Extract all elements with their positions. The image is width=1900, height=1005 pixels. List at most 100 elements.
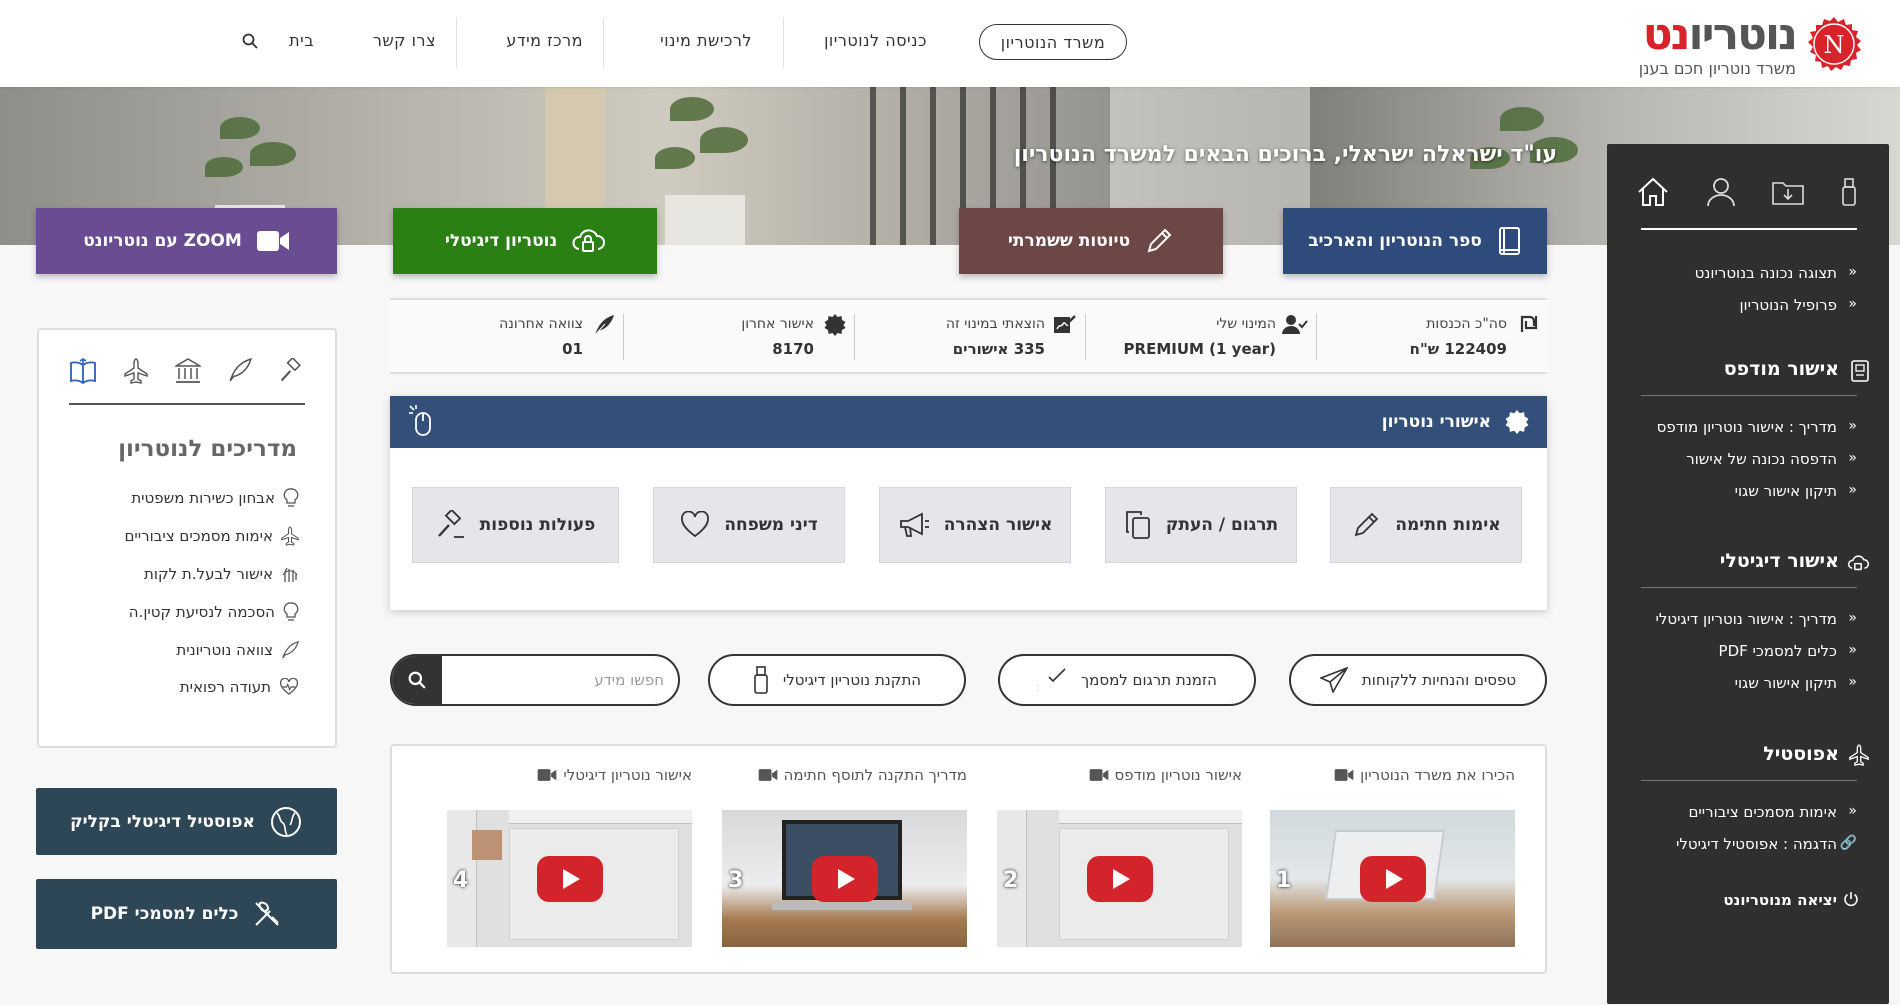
download-folder-icon[interactable] [1772,179,1805,205]
declaration-approval-button[interactable]: אישור הצהרה [879,487,1071,563]
approvals-header: אישורי נוטריון [390,396,1547,448]
logo[interactable]: N נוטריונט משרד נוטריון חכם בענן [1592,12,1862,78]
quill-icon [282,641,299,659]
heart-icon [681,511,710,538]
nav-enter-link[interactable]: כניסה לנוטריון [824,31,927,50]
family-law-button[interactable]: דיני משפחה [653,487,845,563]
hand-accessibility-icon [282,567,298,582]
video-title: אישור נוטריון דיגיטלי [563,766,692,784]
notary-book-archive-button[interactable]: ספר הנוטריון והארכיב [1283,208,1547,274]
search-icon[interactable] [242,33,258,49]
top-navigation-bar: N נוטריונט משרד נוטריון חכם בענן משרד הנ… [0,0,1900,87]
forms-guidelines-button[interactable]: טפסים והנחיות ללקוחות [1289,654,1547,706]
tools-icon [255,901,280,926]
video-camera-icon [758,769,777,781]
courthouse-icon[interactable] [175,358,201,384]
digital-notary-button[interactable]: נוטריון דיגיטלי [393,208,657,274]
power-icon [1843,891,1859,907]
welcome-title: עו"ד ישראלה ישראלי, ברוכים הבאים למשרד ה… [1013,142,1557,167]
stat-total-income: סה"כ הכנסות 122409 ש"ח [1316,300,1547,372]
link-icon: 🔗 [1839,835,1857,851]
search-button[interactable] [392,656,442,704]
nav-office-button[interactable]: משרד הנוטריון [979,24,1127,60]
play-icon[interactable] [811,855,878,902]
video-camera-icon [1089,769,1108,781]
sidebar-link-display[interactable]: «תצוגה נכונה בנוטריונט [1695,264,1857,282]
book-icon [1498,227,1520,255]
sidebar-link-printing[interactable]: «הדפסה נכונה של אישור [1686,450,1857,468]
play-icon[interactable] [1086,855,1153,902]
video-card[interactable]: אישור נוטריון דיגיטלי 4 [447,766,692,966]
nav-buy-link[interactable]: לרכישת מינוי [660,31,752,50]
sidebar-link-fix-printed[interactable]: «תיקון אישור שגוי [1735,482,1857,500]
video-thumbnail[interactable]: 1 [1270,810,1515,947]
guide-item[interactable]: תעודה רפואית [180,678,299,696]
sidebar-link-profile[interactable]: «פרופיל הנוטריון [1739,296,1857,314]
guide-item[interactable]: אישור לבעל.ת לקות [144,564,299,584]
translation-copy-button[interactable]: תרגום / העתק [1105,487,1297,563]
sidebar-icon-row [1637,172,1857,212]
spellcheck-icon: abc [1037,668,1066,693]
stat-last-approval: אישור אחרון 8170 [623,300,854,372]
guide-item[interactable]: הסכמה לנסיעת קטין.ה [129,602,299,622]
guide-item[interactable]: אימות מסמכים ציבוריים [124,526,299,546]
video-card[interactable]: מדריך התקנה לתוסף חתימה 3 [722,766,967,966]
cloud-lock-icon [1847,554,1869,572]
nav-divider [456,18,457,68]
stat-spent: הוצאתי במינוי זה 335 אישורים [854,300,1085,372]
home-icon[interactable] [1637,177,1669,207]
video-card[interactable]: הכירו את משרד הנוטריון 1 [1270,766,1515,966]
globe-touch-icon [270,806,301,837]
usb-drive-icon [754,666,768,694]
nav-info-center-link[interactable]: מרכז מידע [506,31,583,50]
sidebar-link-pdf-tools[interactable]: «כלים למסמכי PDF [1719,642,1857,660]
book-open-icon[interactable] [69,358,97,384]
saved-drafts-button[interactable]: טיוטות ששמרתי [959,208,1223,274]
lightbulb-icon [283,488,299,507]
video-title: אישור נוטריון מודפס [1114,766,1242,784]
sidebar-section-apostille: אפוסטיל [1763,743,1839,765]
video-title: הכירו את משרד הנוטריון [1360,766,1515,784]
pdf-tools-button[interactable]: כלים למסמכי PDF [36,879,337,949]
seal-icon [1505,410,1529,434]
signature-verification-button[interactable]: אימות חתימה [1330,487,1522,563]
sidebar-link-public-docs[interactable]: «אימות מסמכים ציבוריים [1688,803,1857,821]
video-title: מדריך התקנה לתוסף חתימה [783,766,967,784]
video-card[interactable]: אישור נוטריון מודפס 2 [997,766,1242,966]
lightbulb-icon [283,602,299,621]
sidebar-link-digital-guide[interactable]: «מדריך : אישור נוטריון דיגיטלי [1656,610,1857,628]
zoom-with-notarionet-button[interactable]: ZOOM עם נוטריונט [36,208,337,274]
more-actions-button[interactable]: פעולות נוספות [412,487,619,563]
quill-icon [593,314,615,336]
info-search-input[interactable] [454,656,664,704]
quill-icon[interactable] [228,358,252,382]
guide-item[interactable]: צוואה נוטריונית [176,640,299,660]
guide-item[interactable]: אבחון כשירות משפטית [131,488,299,508]
nav-home-link[interactable]: בית [289,31,314,50]
pencil-icon [1147,228,1172,253]
sidebar-link-fix-digital[interactable]: «תיקון אישור שגוי [1735,674,1857,692]
sidebar-link-apostille-demo[interactable]: 🔗 הדגמה : אפוסטיל דיגיטלי [1676,835,1857,853]
gavel-icon[interactable] [279,358,305,384]
logout-link[interactable]: יציאה מנוטריונט [1723,891,1858,909]
nav-contact-link[interactable]: צרו קשר [373,31,436,50]
video-thumbnail[interactable]: 2 [997,810,1242,947]
sidebar-link-printed-guide[interactable]: «מדריך : אישור נוטריון מודפס [1657,418,1857,436]
mouse-click-icon[interactable] [408,404,434,438]
install-digital-notary-button[interactable]: התקנת נוטריון דיגיטלי [708,654,966,706]
pencil-icon [1355,512,1379,537]
svg-text:N: N [1824,31,1845,59]
sidebar-section-printed: אישור מודפס [1723,358,1839,380]
video-number: 2 [1003,868,1019,893]
play-icon[interactable] [536,855,603,902]
shekel-icon [1519,314,1539,334]
digital-apostille-button[interactable]: אפוסטיל דיגיטלי בקליק [36,788,337,855]
airplane-icon[interactable] [124,358,148,384]
video-thumbnail[interactable]: 4 [447,810,692,947]
search-icon [408,671,426,689]
video-thumbnail[interactable]: 3 [722,810,967,947]
usb-drive-icon[interactable] [1841,177,1857,207]
order-translation-button[interactable]: הזמנת תרגום למסמך abc [998,654,1256,706]
user-icon[interactable] [1706,177,1736,207]
play-icon[interactable] [1359,855,1426,902]
